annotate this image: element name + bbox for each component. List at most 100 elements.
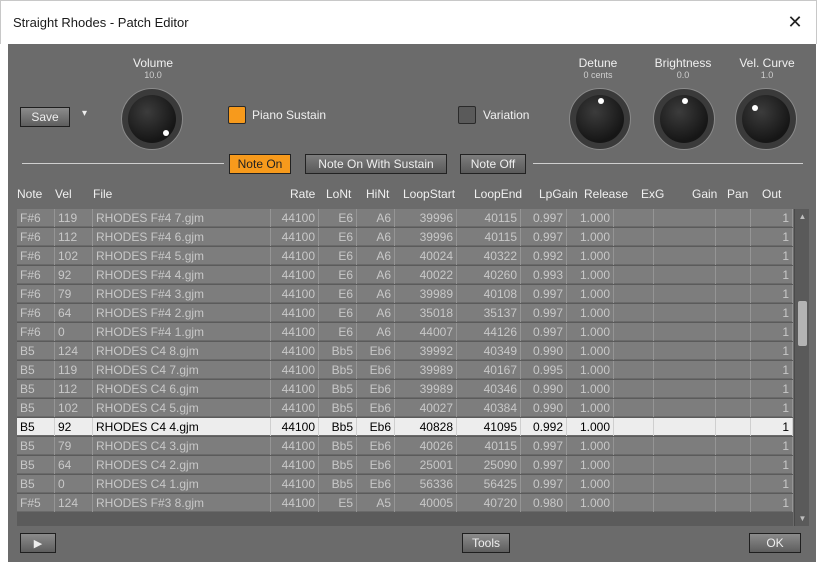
cell-lont[interactable]: Bb5 <box>319 437 357 455</box>
cell-loopstart[interactable]: 35018 <box>395 304 457 322</box>
cell-note[interactable]: B5 <box>17 361 55 379</box>
cell-release[interactable]: 1.000 <box>567 247 614 265</box>
cell-exg[interactable] <box>614 456 654 474</box>
cell-vel[interactable]: 0 <box>55 323 93 341</box>
cell-lpgain[interactable]: 0.997 <box>521 304 567 322</box>
cell-loopstart[interactable]: 39989 <box>395 285 457 303</box>
cell-release[interactable]: 1.000 <box>567 437 614 455</box>
save-dropdown-icon[interactable]: ▾ <box>82 108 87 119</box>
cell-lpgain[interactable]: 0.990 <box>521 342 567 360</box>
cell-vel[interactable]: 119 <box>55 361 93 379</box>
cell-pan[interactable] <box>716 342 751 360</box>
cell-lpgain[interactable]: 0.997 <box>521 228 567 246</box>
cell-loopstart[interactable]: 40005 <box>395 494 457 512</box>
col-header-loopend[interactable]: LoopEnd <box>474 187 522 201</box>
cell-lpgain[interactable]: 0.993 <box>521 266 567 284</box>
cell-lpgain[interactable]: 0.990 <box>521 399 567 417</box>
cell-vel[interactable]: 92 <box>55 266 93 284</box>
cell-exg[interactable] <box>614 304 654 322</box>
cell-exg[interactable] <box>614 285 654 303</box>
col-header-note[interactable]: Note <box>17 187 42 201</box>
cell-lont[interactable]: Bb5 <box>319 380 357 398</box>
cell-out[interactable]: 1 <box>751 247 793 265</box>
cell-exg[interactable] <box>614 437 654 455</box>
cell-file[interactable]: RHODES F#4 4.gjm <box>93 266 271 284</box>
cell-lpgain[interactable]: 0.995 <box>521 361 567 379</box>
cell-loopend[interactable]: 35137 <box>457 304 521 322</box>
table-row[interactable]: F#6 102 RHODES F#4 5.gjm 44100 E6 A6 40024 4032… <box>17 247 793 265</box>
cell-loopend[interactable]: 56425 <box>457 475 521 493</box>
play-button[interactable]: ▶ <box>20 533 56 553</box>
cell-lont[interactable]: E6 <box>319 285 357 303</box>
cell-loopend[interactable]: 40720 <box>457 494 521 512</box>
cell-note[interactable]: B5 <box>17 418 55 436</box>
cell-gain[interactable] <box>654 323 716 341</box>
cell-vel[interactable]: 119 <box>55 209 93 227</box>
cell-vel[interactable]: 0 <box>55 475 93 493</box>
table-row[interactable]: B5 102 RHODES C4 5.gjm 44100 Bb5 Eb6 40027 4038… <box>17 399 793 417</box>
cell-loopstart[interactable]: 40022 <box>395 266 457 284</box>
cell-hint[interactable]: A6 <box>357 247 395 265</box>
cell-gain[interactable] <box>654 475 716 493</box>
cell-loopstart[interactable]: 40024 <box>395 247 457 265</box>
cell-lont[interactable]: E6 <box>319 228 357 246</box>
cell-pan[interactable] <box>716 247 751 265</box>
cell-note[interactable]: F#6 <box>17 247 55 265</box>
cell-file[interactable]: RHODES F#3 8.gjm <box>93 494 271 512</box>
table-row[interactable]: B5 79 RHODES C4 3.gjm 44100 Bb5 Eb6 40026 40115… <box>17 437 793 455</box>
cell-vel[interactable]: 79 <box>55 285 93 303</box>
table-row[interactable]: F#6 92 RHODES F#4 4.gjm 44100 E6 A6 40022 40260… <box>17 266 793 284</box>
cell-rate[interactable]: 44100 <box>271 437 319 455</box>
cell-out[interactable]: 1 <box>751 418 793 436</box>
cell-exg[interactable] <box>614 323 654 341</box>
cell-loopend[interactable]: 40322 <box>457 247 521 265</box>
cell-loopstart[interactable]: 39989 <box>395 380 457 398</box>
cell-gain[interactable] <box>654 456 716 474</box>
cell-lont[interactable]: Bb5 <box>319 418 357 436</box>
cell-out[interactable]: 1 <box>751 399 793 417</box>
piano-sustain-checkbox[interactable] <box>228 106 246 124</box>
cell-file[interactable]: RHODES C4 4.gjm <box>93 418 271 436</box>
cell-rate[interactable]: 44100 <box>271 342 319 360</box>
cell-hint[interactable]: A6 <box>357 209 395 227</box>
cell-lont[interactable]: E6 <box>319 323 357 341</box>
col-header-pan[interactable]: Pan <box>727 187 748 201</box>
cell-rate[interactable]: 44100 <box>271 475 319 493</box>
cell-rate[interactable]: 44100 <box>271 494 319 512</box>
cell-out[interactable]: 1 <box>751 437 793 455</box>
cell-release[interactable]: 1.000 <box>567 342 614 360</box>
cell-loopend[interactable]: 41095 <box>457 418 521 436</box>
cell-rate[interactable]: 44100 <box>271 247 319 265</box>
cell-rate[interactable]: 44100 <box>271 266 319 284</box>
cell-lpgain[interactable]: 0.992 <box>521 418 567 436</box>
cell-pan[interactable] <box>716 437 751 455</box>
cell-rate[interactable]: 44100 <box>271 399 319 417</box>
cell-exg[interactable] <box>614 475 654 493</box>
tab-note-on[interactable]: Note On <box>229 154 291 174</box>
cell-release[interactable]: 1.000 <box>567 380 614 398</box>
cell-pan[interactable] <box>716 228 751 246</box>
cell-note[interactable]: F#6 <box>17 228 55 246</box>
cell-vel[interactable]: 112 <box>55 228 93 246</box>
cell-vel[interactable]: 124 <box>55 342 93 360</box>
table-row[interactable]: B5 119 RHODES C4 7.gjm 44100 Bb5 Eb6 39989 4016… <box>17 361 793 379</box>
cell-rate[interactable]: 44100 <box>271 304 319 322</box>
cell-out[interactable]: 1 <box>751 361 793 379</box>
table-row[interactable]: B5 124 RHODES C4 8.gjm 44100 Bb5 Eb6 39992 4034… <box>17 342 793 360</box>
cell-gain[interactable] <box>654 209 716 227</box>
cell-loopstart[interactable]: 39992 <box>395 342 457 360</box>
cell-exg[interactable] <box>614 380 654 398</box>
cell-lpgain[interactable]: 0.997 <box>521 209 567 227</box>
cell-release[interactable]: 1.000 <box>567 361 614 379</box>
table-row[interactable]: B5 92 RHODES C4 4.gjm 44100 Bb5 Eb6 40828 41095… <box>17 418 793 436</box>
cell-file[interactable]: RHODES C4 6.gjm <box>93 380 271 398</box>
cell-hint[interactable]: A5 <box>357 494 395 512</box>
cell-pan[interactable] <box>716 323 751 341</box>
cell-hint[interactable]: A6 <box>357 304 395 322</box>
table-row[interactable]: B5 0 RHODES C4 1.gjm 44100 Bb5 Eb6 56336 56425 0… <box>17 475 793 493</box>
tools-button[interactable]: Tools <box>462 533 510 553</box>
cell-vel[interactable]: 102 <box>55 399 93 417</box>
cell-pan[interactable] <box>716 285 751 303</box>
cell-pan[interactable] <box>716 361 751 379</box>
cell-loopend[interactable]: 40260 <box>457 266 521 284</box>
